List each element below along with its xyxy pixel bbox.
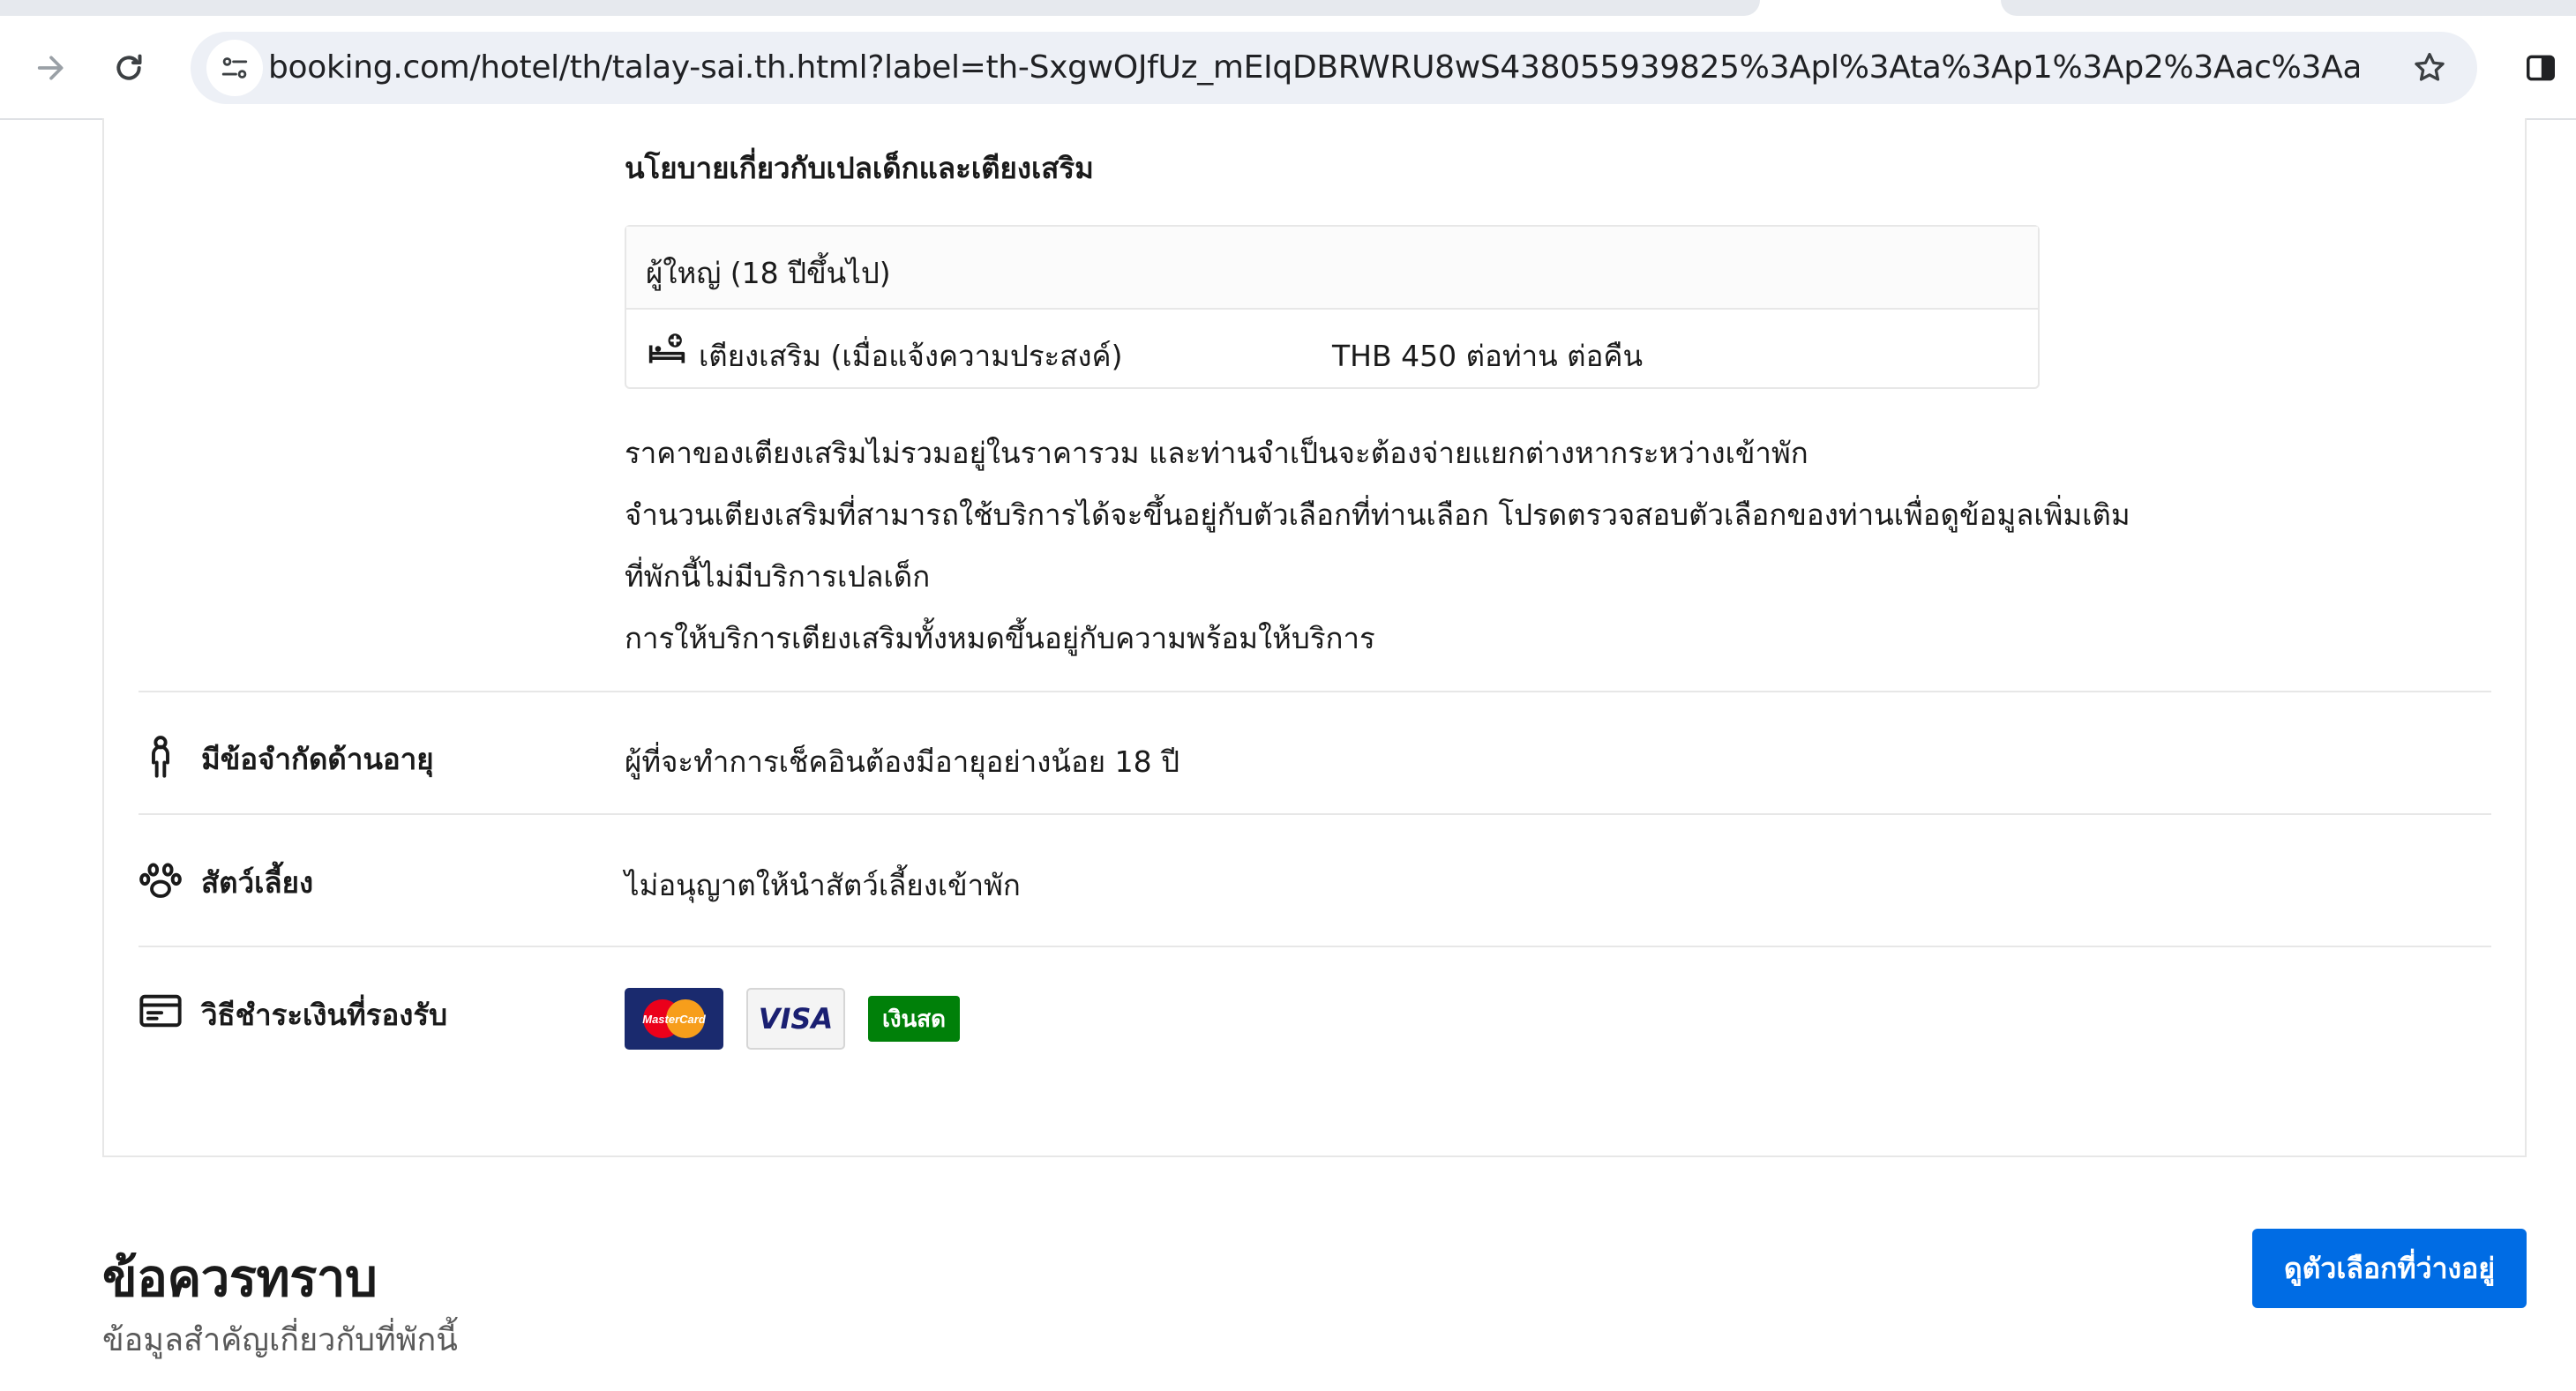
fine-print-title: ข้อควรทราบ <box>102 1248 378 1308</box>
bookmark-star-icon <box>2415 52 2445 81</box>
age-restriction-label: มีข้อจำกัดด้านอายุ <box>201 742 434 776</box>
side-panel-icon <box>2527 55 2555 81</box>
pets-label: สัตว์เลี้ยง <box>201 865 314 900</box>
divider <box>139 813 2491 815</box>
visa-logo: VISA <box>746 988 845 1050</box>
arrow-forward-icon <box>37 56 64 80</box>
tab-strip <box>0 0 2576 18</box>
inactive-tab[interactable] <box>0 0 1760 16</box>
extra-bed-price: THB 450 ต่อท่าน ต่อคืน <box>1332 339 1644 373</box>
person-icon <box>152 736 169 778</box>
reload-button[interactable] <box>94 18 164 118</box>
policy-note: การให้บริการเตียงเสริมทั้งหมดขึ้นอยู่กับ… <box>625 621 1375 655</box>
bookmark-button[interactable] <box>2405 43 2454 93</box>
age-group-label: ผู้ใหญ่ (18 ปีขึ้นไป) <box>646 256 891 290</box>
mastercard-logo: MasterCard <box>625 988 723 1050</box>
pets-value: ไม่อนุญาตให้นำสัตว์เลี้ยงเข้าพัก <box>625 868 1021 902</box>
inactive-tab[interactable] <box>2001 0 2576 16</box>
mastercard-logo-text: MasterCard <box>642 1013 707 1026</box>
extra-bed-table: ผู้ใหญ่ (18 ปีขึ้นไป) เตียงเสริม (เมื่อแ… <box>625 225 2040 389</box>
url-text[interactable]: booking.com/hotel/th/talay-sai.th.html?l… <box>268 32 2359 104</box>
fine-print-subtitle: ข้อมูลสำคัญเกี่ยวกับที่พักนี้ <box>102 1322 458 1358</box>
reload-icon <box>116 54 142 80</box>
policy-note: ราคาของเตียงเสริมไม่รวมอยู่ในราคารวม และ… <box>625 436 1808 470</box>
credit-card-icon <box>139 994 182 1028</box>
policy-note: จำนวนเตียงเสริมที่สามารถใช้บริการได้จะขึ… <box>625 497 2130 532</box>
browser-toolbar: booking.com/hotel/th/talay-sai.th.html?l… <box>0 18 2576 120</box>
divider <box>139 946 2491 947</box>
extra-bed-label: เตียงเสริม (เมื่อแจ้งความประสงค์) <box>699 339 1123 373</box>
see-availability-button[interactable]: ดูตัวเลือกที่ว่างอยู่ <box>2252 1229 2527 1308</box>
paw-icon <box>139 863 182 898</box>
table-row: เตียงเสริม (เมื่อแจ้งความประสงค์) THB 45… <box>626 310 2038 389</box>
site-info-button[interactable] <box>206 40 263 96</box>
payment-methods-label: วิธีชำระเงินที่รองรับ <box>201 998 448 1032</box>
extra-bed-icon <box>648 333 685 363</box>
table-header: ผู้ใหญ่ (18 ปีขึ้นไป) <box>626 227 2038 310</box>
address-bar[interactable]: booking.com/hotel/th/talay-sai.th.html?l… <box>191 32 2477 104</box>
side-panel-button[interactable] <box>2505 18 2576 118</box>
age-restriction-value: ผู้ที่จะทำการเช็คอินต้องมีอายุอย่างน้อย … <box>625 744 1180 779</box>
child-bed-policy-title: นโยบายเกี่ยวกับเปลเด็กและเตียงเสริม <box>625 151 1094 185</box>
forward-button[interactable] <box>16 18 86 118</box>
site-info-icon <box>221 57 248 79</box>
cash-badge: เงินสด <box>868 996 960 1042</box>
policy-note: ที่พักนี้ไม่มีบริการเปลเด็ก <box>625 559 931 594</box>
divider <box>139 691 2491 692</box>
